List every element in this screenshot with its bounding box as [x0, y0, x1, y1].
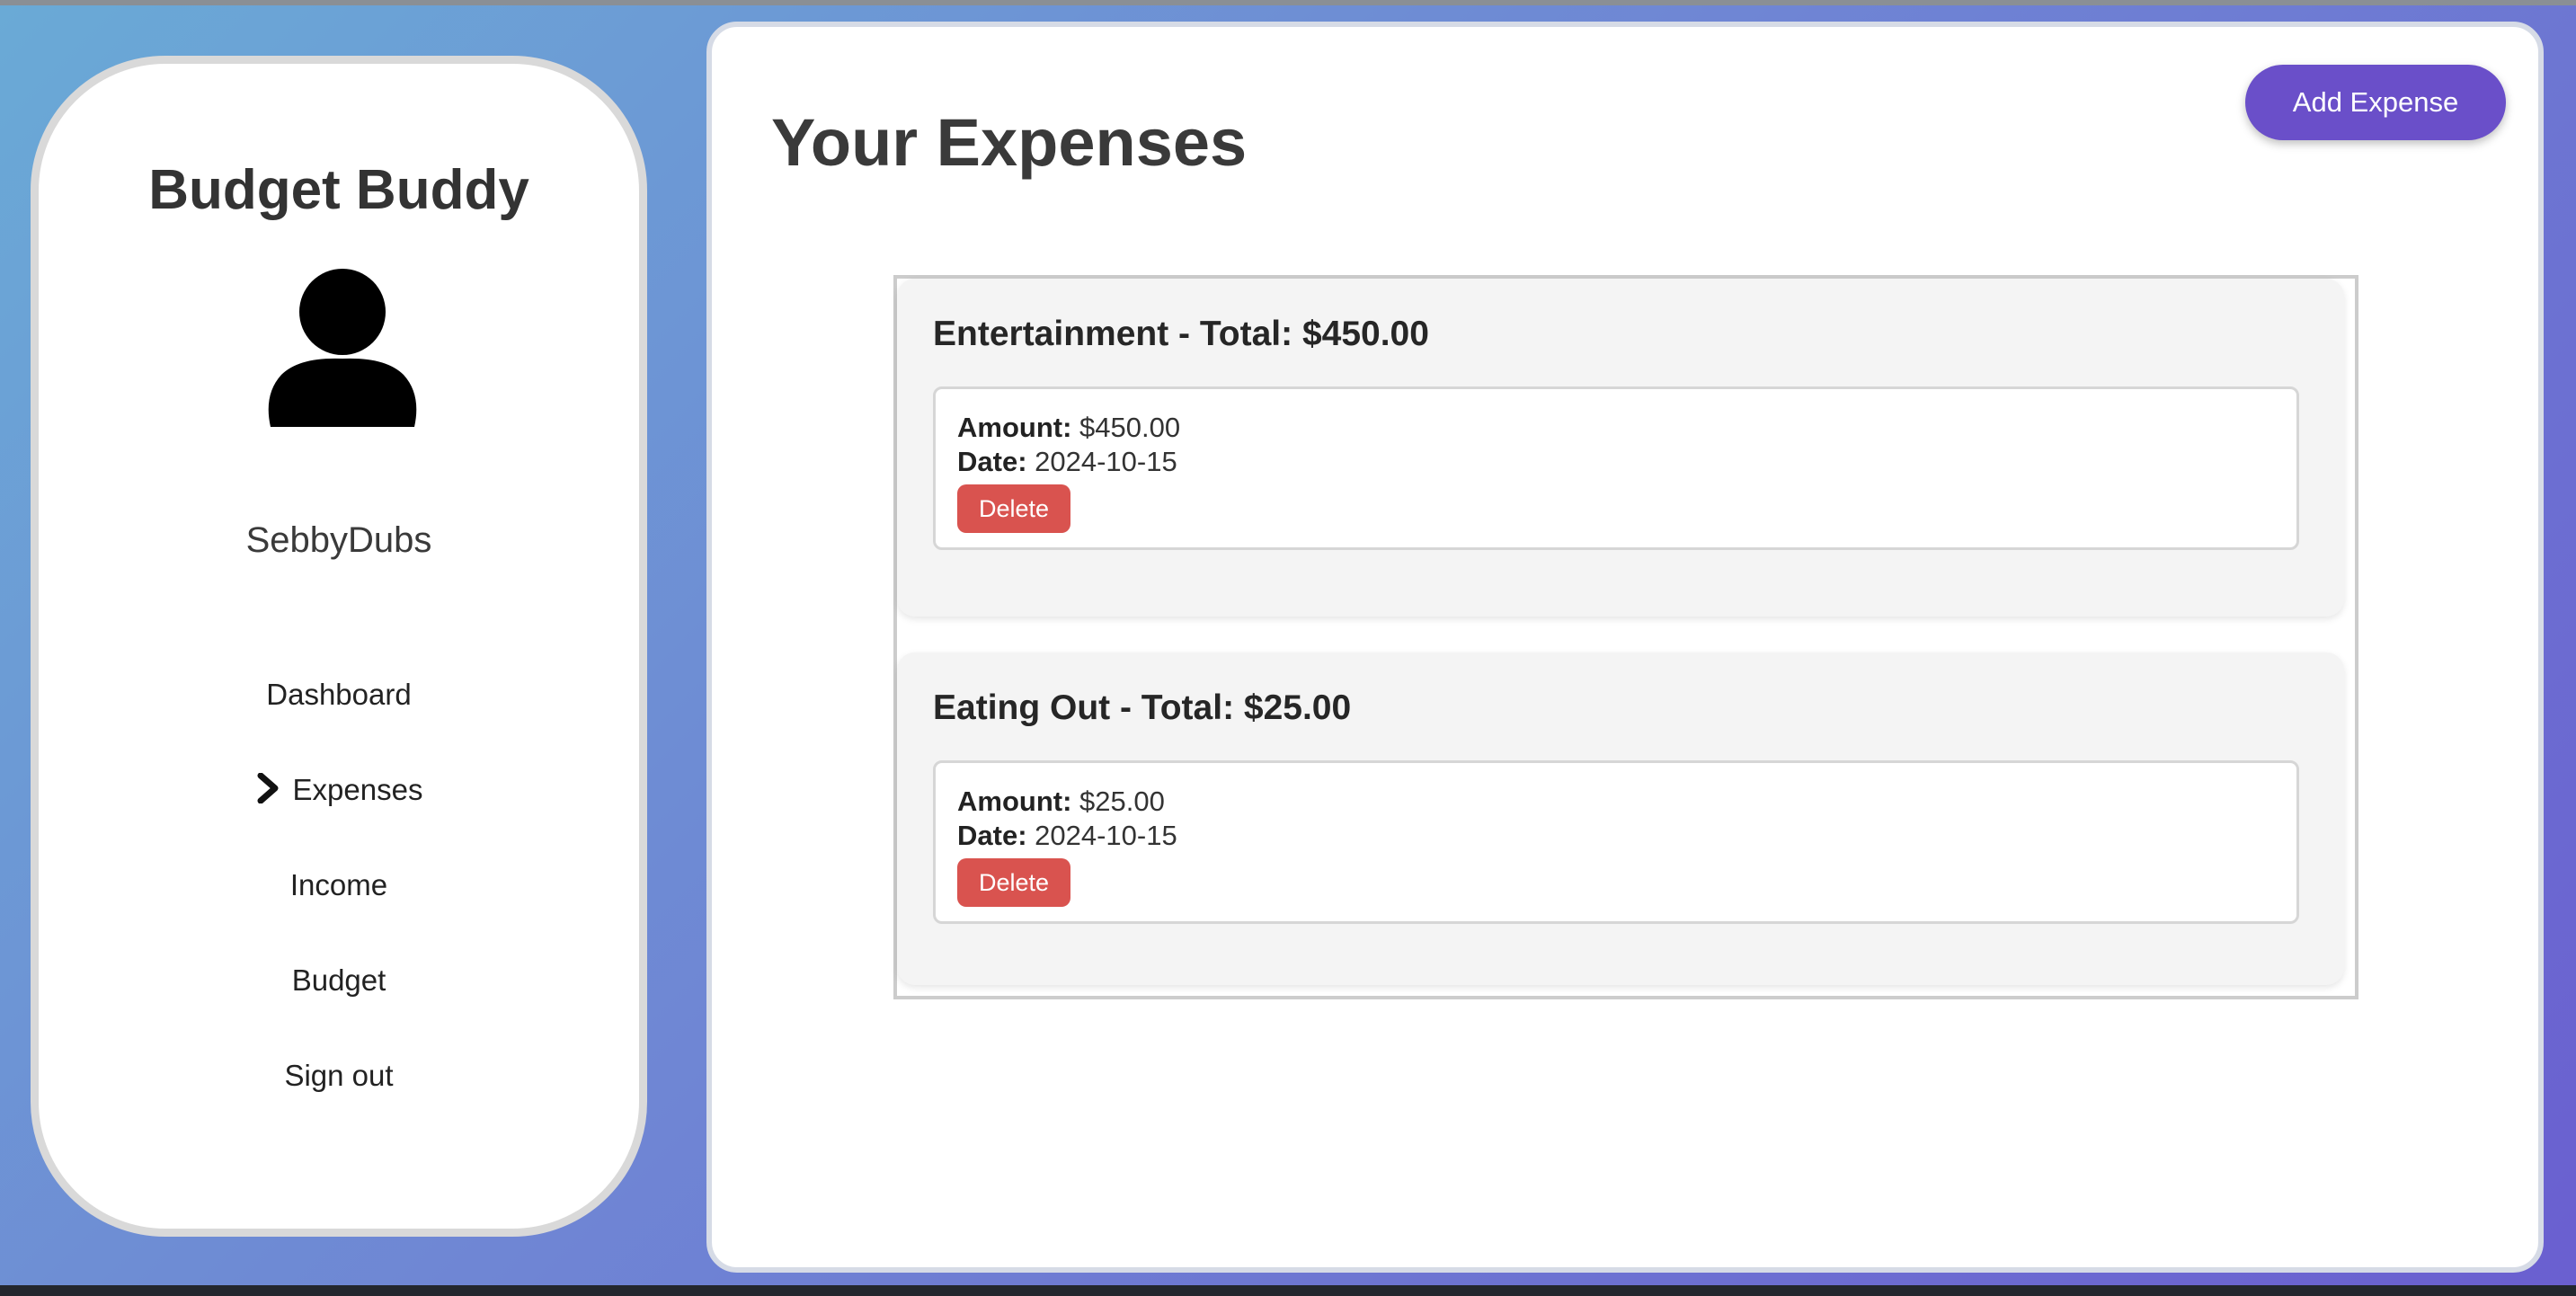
amount-value: $450.00 [1079, 412, 1181, 443]
sidebar-item-dashboard[interactable]: Dashboard [39, 657, 639, 752]
sidebar-item-label: Expenses [292, 773, 423, 806]
expense-category: Eating Out - Total: $25.00 Amount: $25.0… [897, 652, 2344, 985]
expense-entry: Amount: $450.00 Date: 2024-10-15 Delete [933, 386, 2299, 550]
add-expense-button[interactable]: Add Expense [2245, 65, 2506, 140]
window-bottom-edge [0, 1285, 2576, 1296]
category-title: Eating Out - Total: $25.00 [933, 688, 1352, 727]
sidebar-nav: Dashboard Expenses Income Budget Sign ou… [39, 657, 639, 1133]
amount-label: Amount: [957, 786, 1072, 817]
sidebar-item-expenses[interactable]: Expenses [39, 752, 639, 848]
category-title: Entertainment - Total: $450.00 [933, 315, 1429, 353]
sidebar-item-label: Budget [291, 963, 386, 997]
amount-line: Amount: $25.00 [957, 785, 2275, 819]
date-line: Date: 2024-10-15 [957, 819, 2275, 853]
date-label: Date: [957, 446, 1027, 477]
date-label: Date: [957, 820, 1027, 851]
date-line: Date: 2024-10-15 [957, 445, 2275, 479]
sidebar-item-budget[interactable]: Budget [39, 943, 639, 1038]
sidebar-item-income[interactable]: Income [39, 848, 639, 943]
delete-button[interactable]: Delete [957, 484, 1070, 533]
sidebar-item-label: Income [289, 868, 388, 901]
page-title: Your Expenses [771, 105, 1248, 180]
expense-entry: Amount: $25.00 Date: 2024-10-15 Delete [933, 760, 2299, 924]
user-avatar-icon [268, 269, 417, 427]
amount-label: Amount: [957, 412, 1072, 443]
amount-line: Amount: $450.00 [957, 411, 2275, 445]
chevron-right-icon [257, 773, 279, 804]
username: SebbyDubs [245, 520, 432, 560]
window-top-edge [0, 0, 2576, 5]
delete-button[interactable]: Delete [957, 858, 1070, 907]
app-brand: Budget Buddy [148, 159, 529, 221]
sidebar: Budget Buddy SebbyDubs Dashboard Expense… [31, 56, 647, 1237]
sidebar-item-label: Dashboard [266, 678, 412, 711]
main-panel: Your Expenses Add Expense Entertainment … [706, 22, 2544, 1273]
date-value: 2024-10-15 [1035, 820, 1177, 851]
expenses-list: Entertainment - Total: $450.00 Amount: $… [893, 275, 2358, 999]
sidebar-item-label: Sign out [284, 1059, 394, 1092]
amount-value: $25.00 [1079, 786, 1165, 817]
date-value: 2024-10-15 [1035, 446, 1177, 477]
sidebar-item-sign-out[interactable]: Sign out [39, 1038, 639, 1133]
expense-category: Entertainment - Total: $450.00 Amount: $… [897, 279, 2344, 617]
